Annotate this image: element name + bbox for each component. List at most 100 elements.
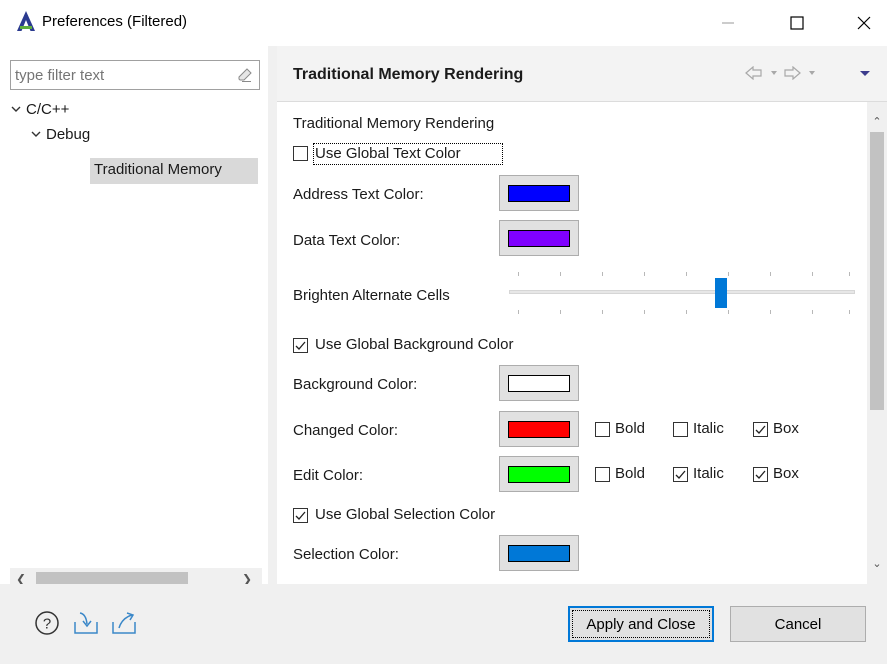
pane-divider[interactable] (268, 46, 277, 584)
dialog-content: C/C++ Debug Traditional Memory ❮ ❯ Tradi… (0, 46, 887, 590)
cancel-label: Cancel (774, 615, 822, 633)
selection-color-label: Selection Color: (293, 546, 399, 563)
color-swatch (508, 545, 570, 562)
checkmark-icon (675, 470, 686, 479)
slider-tick (770, 310, 771, 314)
view-menu-icon[interactable] (859, 66, 871, 83)
edit-color-button[interactable] (499, 456, 579, 492)
changed-italic-checkbox[interactable] (673, 422, 688, 437)
slider-tick (602, 310, 603, 314)
slider-tick (602, 272, 603, 276)
filter-field[interactable] (10, 60, 260, 90)
use-global-selection-color-checkbox[interactable] (293, 508, 308, 523)
tree-item-label: Debug (46, 126, 91, 143)
color-swatch (508, 466, 570, 483)
slider-tick (560, 310, 561, 314)
tree-item-traditional-memory[interactable]: Traditional Memory (90, 158, 258, 184)
edit-italic-label[interactable]: Italic (693, 465, 724, 482)
scroll-up-icon[interactable]: ⌃ (867, 110, 887, 132)
tree-item-cpp[interactable]: C/C++ (10, 98, 69, 122)
data-text-color-label: Data Text Color: (293, 232, 401, 249)
slider-tick (644, 272, 645, 276)
changed-box-label[interactable]: Box (773, 420, 799, 437)
help-icon[interactable]: ? (34, 610, 60, 636)
use-global-selection-color-label[interactable]: Use Global Selection Color (315, 506, 495, 523)
edit-bold-label[interactable]: Bold (615, 465, 645, 482)
edit-italic-checkbox[interactable] (673, 467, 688, 482)
maximize-button[interactable] (774, 0, 820, 46)
use-global-text-color-checkbox[interactable] (293, 146, 308, 161)
slider-tick (728, 272, 729, 276)
background-color-button[interactable] (499, 365, 579, 401)
slider-tick (812, 310, 813, 314)
back-menu-icon[interactable] (769, 66, 779, 83)
apply-and-close-button[interactable]: Apply and Close (568, 606, 714, 642)
slider-tick (560, 272, 561, 276)
svg-text:?: ? (43, 616, 51, 633)
checkmark-icon (295, 511, 306, 520)
changed-color-label: Changed Color: (293, 422, 399, 439)
brighten-slider[interactable] (509, 268, 855, 318)
changed-box-checkbox[interactable] (753, 422, 768, 437)
slider-tick (518, 272, 519, 276)
address-text-color-label: Address Text Color: (293, 186, 424, 203)
export-icon[interactable] (110, 610, 136, 636)
focus-indicator (572, 610, 710, 638)
page-title: Traditional Memory Rendering (293, 66, 524, 83)
preference-tree-pane: C/C++ Debug Traditional Memory ❮ ❯ (10, 60, 262, 590)
slider-tick (849, 272, 850, 276)
filter-input[interactable] (15, 65, 225, 85)
data-text-color-button[interactable] (499, 220, 579, 256)
maximize-icon (790, 16, 804, 30)
eclipse-logo-icon (16, 10, 36, 32)
page-header: Traditional Memory Rendering (277, 46, 887, 102)
clear-filter-icon[interactable] (237, 67, 253, 83)
back-icon[interactable] (745, 65, 763, 83)
slider-tick (770, 272, 771, 276)
import-icon[interactable] (72, 610, 98, 636)
checkmark-icon (755, 425, 766, 434)
slider-tick (518, 310, 519, 314)
dialog-footer: ? Apply and Close Cancel (0, 584, 887, 664)
minimize-icon (722, 22, 734, 24)
slider-tick (812, 272, 813, 276)
slider-tick (686, 272, 687, 276)
tree-item-label: Traditional Memory (94, 161, 222, 178)
edit-color-label: Edit Color: (293, 467, 364, 484)
changed-color-button[interactable] (499, 411, 579, 447)
changed-bold-checkbox[interactable] (595, 422, 610, 437)
selection-color-button[interactable] (499, 535, 579, 571)
changed-italic-label[interactable]: Italic (693, 420, 724, 437)
form-vertical-scrollbar[interactable]: ⌃ ⌄ (867, 102, 887, 584)
color-swatch (508, 375, 570, 392)
edit-box-checkbox[interactable] (753, 467, 768, 482)
tree-item-label: C/C++ (26, 101, 70, 118)
use-global-text-color-label[interactable]: Use Global Text Color (315, 145, 461, 162)
scrollbar-thumb[interactable] (870, 132, 884, 410)
chevron-down-icon[interactable] (30, 123, 46, 147)
slider-track (509, 290, 855, 294)
changed-bold-label[interactable]: Bold (615, 420, 645, 437)
window-title: Preferences (Filtered) (42, 13, 188, 30)
use-global-background-color-label[interactable]: Use Global Background Color (315, 336, 513, 353)
color-swatch (508, 421, 570, 438)
minimize-button[interactable] (705, 0, 751, 46)
edit-box-label[interactable]: Box (773, 465, 799, 482)
group-label: Traditional Memory Rendering (293, 115, 495, 132)
slider-tick (686, 310, 687, 314)
checkmark-icon (295, 341, 306, 350)
checkmark-icon (755, 470, 766, 479)
slider-tick (644, 310, 645, 314)
use-global-background-color-checkbox[interactable] (293, 338, 308, 353)
cancel-button[interactable]: Cancel (730, 606, 866, 642)
slider-thumb[interactable] (715, 278, 727, 308)
scroll-down-icon[interactable]: ⌄ (867, 552, 887, 574)
close-button[interactable] (841, 0, 887, 46)
edit-bold-checkbox[interactable] (595, 467, 610, 482)
preference-form: Traditional Memory Rendering Use Global … (277, 102, 867, 584)
chevron-down-icon[interactable] (10, 98, 26, 122)
forward-icon[interactable] (783, 65, 801, 83)
forward-menu-icon[interactable] (807, 66, 817, 83)
address-text-color-button[interactable] (499, 175, 579, 211)
tree-item-debug[interactable]: Debug (30, 123, 90, 147)
